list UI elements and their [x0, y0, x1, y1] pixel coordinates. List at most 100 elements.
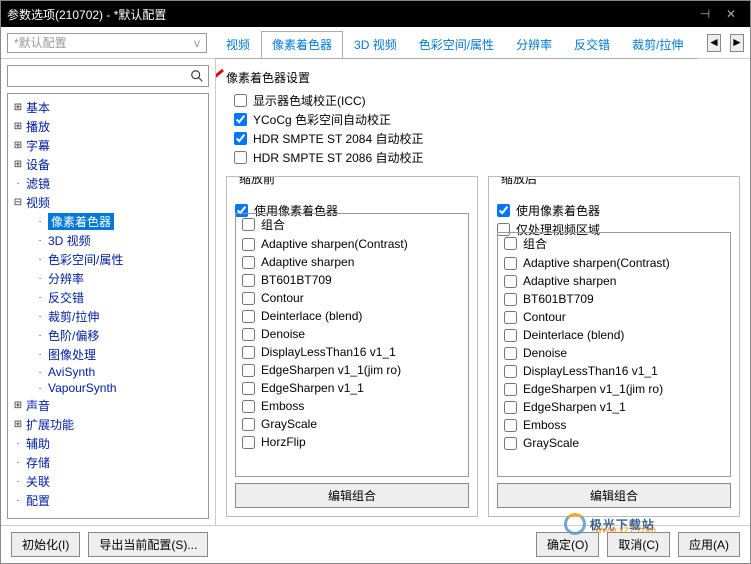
list-item[interactable]: HorzFlip: [236, 433, 468, 451]
tab-scroll-left-icon[interactable]: ◄: [707, 34, 721, 52]
settings-checkbox[interactable]: HDR SMPTE ST 2086 自动校正: [234, 149, 740, 166]
tab-0[interactable]: 视频: [215, 31, 261, 58]
checkbox-input[interactable]: [504, 257, 517, 270]
tree-node[interactable]: ⊞基本: [10, 98, 206, 117]
tree-node[interactable]: ⊟视频: [10, 193, 206, 212]
tab-4[interactable]: 分辨率: [505, 31, 563, 58]
tree-node-child[interactable]: ·裁剪/拉伸: [10, 307, 206, 326]
ok-button[interactable]: 确定(O): [536, 532, 599, 557]
list-item[interactable]: GrayScale: [236, 415, 468, 433]
list-item[interactable]: Emboss: [498, 416, 730, 434]
before-listbox[interactable]: 组合Adaptive sharpen(Contrast)Adaptive sha…: [235, 213, 469, 477]
tree-node[interactable]: ·存储: [10, 453, 206, 472]
list-item[interactable]: Emboss: [236, 397, 468, 415]
tree-node-child[interactable]: ·图像处理: [10, 345, 206, 364]
tree-node-child[interactable]: ·色彩空间/属性: [10, 250, 206, 269]
close-icon[interactable]: ✕: [718, 7, 744, 21]
tree-node[interactable]: ⊞字幕: [10, 136, 206, 155]
expander-icon[interactable]: ·: [12, 495, 24, 506]
tab-1[interactable]: 像素着色器: [261, 31, 343, 58]
expander-icon[interactable]: ⊞: [12, 419, 24, 430]
checkbox-input[interactable]: [234, 94, 247, 107]
tree-node[interactable]: ·滤镜: [10, 174, 206, 193]
checkbox-input[interactable]: [242, 274, 255, 287]
checkbox-input[interactable]: [504, 329, 517, 342]
tree-node-child[interactable]: ·色阶/偏移: [10, 326, 206, 345]
expander-icon[interactable]: ·: [12, 476, 24, 487]
list-item[interactable]: Contour: [236, 289, 468, 307]
checkbox-input[interactable]: [242, 382, 255, 395]
checkbox-input[interactable]: [242, 218, 255, 231]
checkbox-input[interactable]: [234, 151, 247, 164]
list-item[interactable]: Contour: [498, 308, 730, 326]
checkbox-input[interactable]: [242, 436, 255, 449]
before-edit-button[interactable]: 编辑组合: [235, 483, 469, 508]
expander-icon[interactable]: ⊞: [12, 400, 24, 411]
expander-icon[interactable]: ⊞: [12, 121, 24, 132]
tree-node[interactable]: ⊞播放: [10, 117, 206, 136]
settings-checkbox[interactable]: HDR SMPTE ST 2084 自动校正: [234, 130, 740, 147]
checkbox-input[interactable]: [497, 204, 510, 217]
list-item[interactable]: Adaptive sharpen(Contrast): [236, 235, 468, 253]
checkbox-input[interactable]: [504, 437, 517, 450]
checkbox-input[interactable]: [504, 365, 517, 378]
list-item[interactable]: Adaptive sharpen: [236, 253, 468, 271]
expander-icon[interactable]: ·: [12, 438, 24, 449]
checkbox-input[interactable]: [234, 132, 247, 145]
init-button[interactable]: 初始化(I): [11, 532, 80, 557]
tree-node-child[interactable]: ·VapourSynth: [10, 380, 206, 396]
list-item[interactable]: Adaptive sharpen(Contrast): [498, 254, 730, 272]
cancel-button[interactable]: 取消(C): [607, 532, 670, 557]
checkbox-input[interactable]: [504, 401, 517, 414]
checkbox-input[interactable]: [234, 113, 247, 126]
tab-3[interactable]: 色彩空间/属性: [408, 31, 505, 58]
search-input[interactable]: [7, 65, 209, 87]
checkbox-input[interactable]: [504, 237, 517, 250]
list-item[interactable]: Adaptive sharpen: [498, 272, 730, 290]
tree-node[interactable]: ·关联: [10, 472, 206, 491]
checkbox-input[interactable]: [242, 238, 255, 251]
list-item[interactable]: Deinterlace (blend): [498, 326, 730, 344]
expander-icon[interactable]: ⊞: [12, 140, 24, 151]
checkbox-input[interactable]: [504, 275, 517, 288]
nav-tree[interactable]: ⊞基本⊞播放⊞字幕⊞设备·滤镜⊟视频·像素着色器·3D 视频·色彩空间/属性·分…: [7, 93, 209, 519]
export-button[interactable]: 导出当前配置(S)...: [88, 532, 208, 557]
checkbox-input[interactable]: [504, 311, 517, 324]
checkbox-input[interactable]: [504, 347, 517, 360]
checkbox-input[interactable]: [242, 256, 255, 269]
pin-icon[interactable]: ⊣: [692, 7, 718, 21]
checkbox-input[interactable]: [504, 383, 517, 396]
list-item[interactable]: EdgeSharpen v1_1(jim ro): [498, 380, 730, 398]
expander-icon[interactable]: ⊞: [12, 159, 24, 170]
checkbox-input[interactable]: [242, 346, 255, 359]
checkbox-input[interactable]: [242, 418, 255, 431]
tab-6[interactable]: 裁剪/拉伸: [621, 31, 694, 58]
apply-button[interactable]: 应用(A): [678, 532, 740, 557]
checkbox-input[interactable]: [242, 310, 255, 323]
settings-checkbox[interactable]: 显示器色域校正(ICC): [234, 92, 740, 109]
tab-scroll-right-icon[interactable]: ►: [730, 34, 744, 52]
tree-node-child[interactable]: ·像素着色器: [10, 212, 206, 231]
list-item[interactable]: EdgeSharpen v1_1: [236, 379, 468, 397]
checkbox-input[interactable]: [242, 364, 255, 377]
tab-5[interactable]: 反交错: [563, 31, 621, 58]
tree-node[interactable]: ·辅助: [10, 434, 206, 453]
list-item[interactable]: BT601BT709: [498, 290, 730, 308]
checkbox-input[interactable]: [504, 419, 517, 432]
list-item[interactable]: DisplayLessThan16 v1_1: [498, 362, 730, 380]
list-item[interactable]: Deinterlace (blend): [236, 307, 468, 325]
tree-node[interactable]: ·配置: [10, 491, 206, 510]
list-item[interactable]: 组合: [236, 214, 468, 235]
tree-node-child[interactable]: ·AviSynth: [10, 364, 206, 380]
tree-node[interactable]: ⊞设备: [10, 155, 206, 174]
list-item[interactable]: BT601BT709: [236, 271, 468, 289]
tree-node-child[interactable]: ·反交错: [10, 288, 206, 307]
tab-2[interactable]: 3D 视频: [343, 31, 408, 58]
list-item[interactable]: DisplayLessThan16 v1_1: [236, 343, 468, 361]
expander-icon[interactable]: ·: [12, 178, 24, 189]
list-item[interactable]: EdgeSharpen v1_1(jim ro): [236, 361, 468, 379]
tree-node-child[interactable]: ·3D 视频: [10, 231, 206, 250]
expander-icon[interactable]: ⊟: [12, 197, 24, 208]
checkbox-input[interactable]: [242, 292, 255, 305]
list-item[interactable]: 组合: [498, 233, 730, 254]
